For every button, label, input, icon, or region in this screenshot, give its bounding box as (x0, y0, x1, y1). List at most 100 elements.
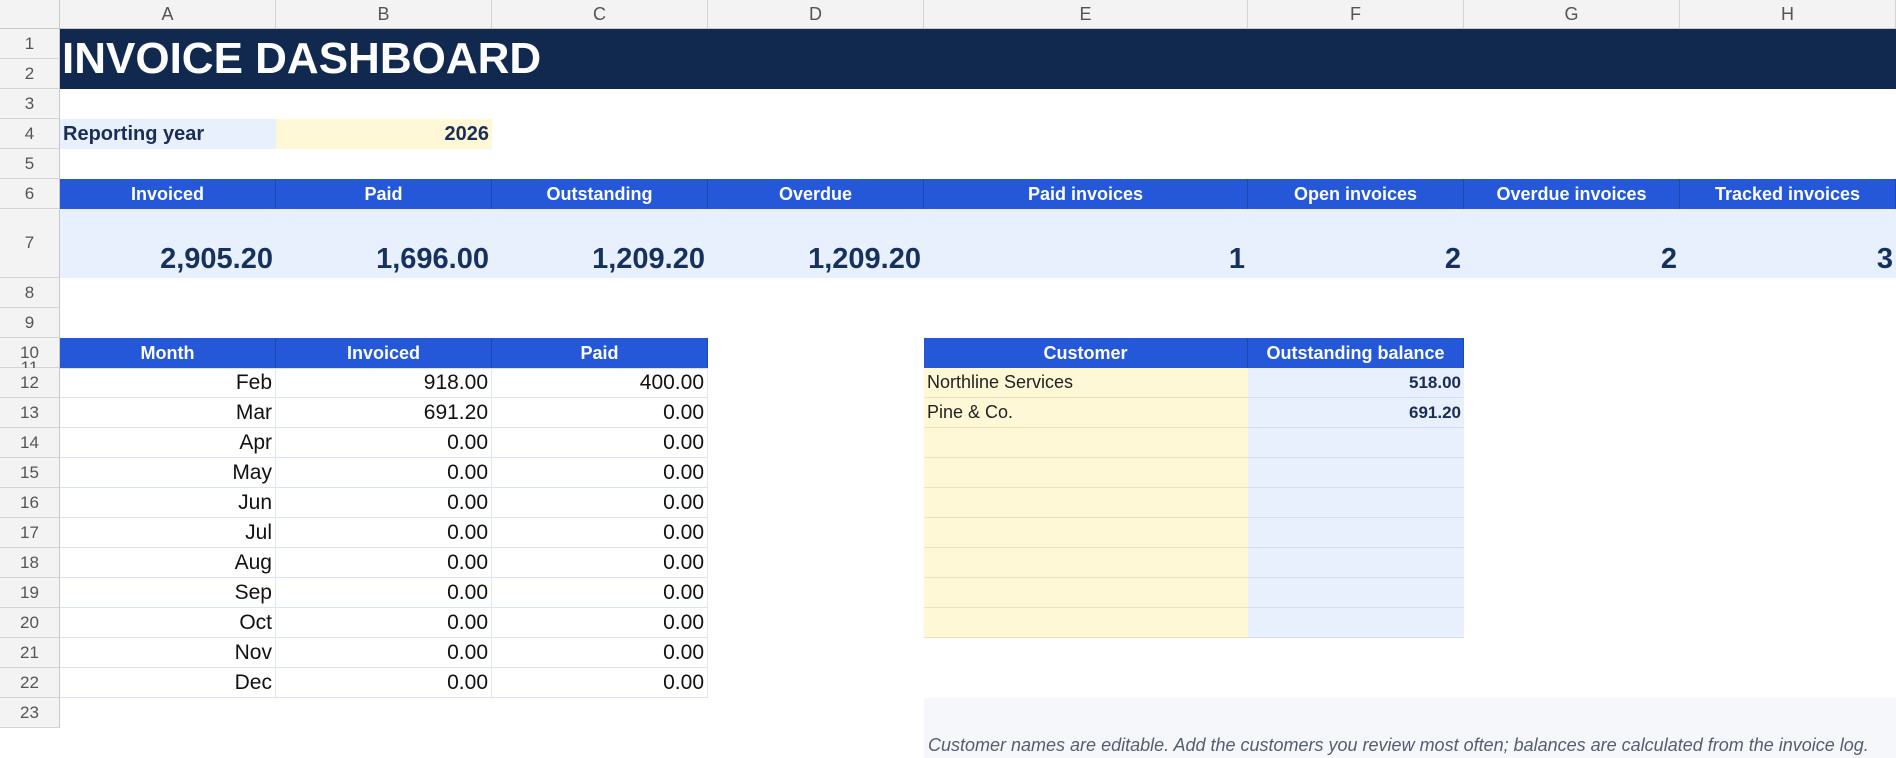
row-header-4[interactable]: 4 (0, 119, 60, 149)
column-header-c[interactable]: C (492, 0, 708, 29)
kpi-value-overdue[interactable]: 1,209.20 (708, 209, 924, 278)
outstanding-balance-header: Outstanding balance (1248, 338, 1464, 368)
month-invoiced-cell[interactable]: 691.20 (276, 398, 492, 428)
column-header-g[interactable]: G (1464, 0, 1680, 29)
kpi-value-paid[interactable]: 1,696.00 (276, 209, 492, 278)
month-invoiced-cell[interactable]: 0.00 (276, 548, 492, 578)
row-header-6[interactable]: 6 (0, 179, 60, 209)
row-header-15[interactable]: 15 (0, 458, 60, 488)
month-invoiced-cell[interactable]: 0.00 (276, 458, 492, 488)
kpi-value-outstanding[interactable]: 1,209.20 (492, 209, 708, 278)
customer-name-input[interactable] (924, 458, 1248, 488)
month-invoiced-cell[interactable]: 0.00 (276, 428, 492, 458)
month-cell[interactable]: Jun (60, 488, 276, 518)
customer-name-input[interactable] (924, 608, 1248, 638)
column-header-d[interactable]: D (708, 0, 924, 29)
row-header-1[interactable]: 1 (0, 29, 60, 59)
kpi-value-tracked-invoices[interactable]: 3 (1680, 209, 1896, 278)
kpi-value-invoiced[interactable]: 2,905.20 (60, 209, 276, 278)
kpi-header-outstanding: Outstanding (492, 179, 708, 209)
row-header-7[interactable]: 7 (0, 209, 60, 278)
month-invoiced-cell[interactable]: 0.00 (276, 668, 492, 698)
kpi-value-open-invoices[interactable]: 2 (1248, 209, 1464, 278)
row-header-8[interactable]: 8 (0, 278, 60, 308)
month-invoiced-cell[interactable]: 0.00 (276, 518, 492, 548)
reporting-year-label: Reporting year (60, 119, 276, 149)
month-invoiced-cell[interactable]: 918.00 (276, 368, 492, 398)
month-cell[interactable]: May (60, 458, 276, 488)
row-header-20[interactable]: 20 (0, 608, 60, 638)
month-invoiced-cell[interactable]: 0.00 (276, 608, 492, 638)
customer-name-input[interactable]: Pine & Co. (924, 398, 1248, 428)
column-header-a[interactable]: A (60, 0, 276, 29)
month-paid-cell[interactable]: 0.00 (492, 578, 708, 608)
month-paid-cell[interactable]: 400.00 (492, 368, 708, 398)
customer-name-input[interactable] (924, 488, 1248, 518)
month-invoiced-cell[interactable]: 0.00 (276, 578, 492, 608)
column-header-f[interactable]: F (1248, 0, 1464, 29)
note-box: Customer names are editable. Add the cus… (924, 698, 1896, 758)
customer-name-input[interactable] (924, 578, 1248, 608)
row-header-19[interactable]: 19 (0, 578, 60, 608)
select-all-corner[interactable] (0, 0, 60, 29)
page-title: INVOICE DASHBOARD (62, 34, 542, 83)
month-invoiced-cell[interactable]: 0.00 (276, 638, 492, 668)
row-header-5[interactable]: 5 (0, 149, 60, 179)
title-banner: INVOICE DASHBOARD (60, 29, 1896, 89)
month-cell[interactable]: Dec (60, 668, 276, 698)
kpi-header-paid-invoices: Paid invoices (924, 179, 1248, 209)
month-cell[interactable]: Apr (60, 428, 276, 458)
row-header-2[interactable]: 2 (0, 59, 60, 89)
month-paid-cell[interactable]: 0.00 (492, 548, 708, 578)
column-header-h[interactable]: H (1680, 0, 1896, 29)
column-header-e[interactable]: E (924, 0, 1248, 29)
note-text: Customer names are editable. Add the cus… (928, 735, 1869, 755)
month-cell[interactable]: Feb (60, 368, 276, 398)
row-header-12[interactable]: 12 (0, 368, 60, 398)
customer-name-input[interactable] (924, 518, 1248, 548)
customer-balance-cell (1248, 488, 1464, 518)
customer-name-input[interactable] (924, 428, 1248, 458)
row-header-3[interactable]: 3 (0, 89, 60, 119)
month-paid-cell[interactable]: 0.00 (492, 398, 708, 428)
customer-balance-cell (1248, 428, 1464, 458)
row-header-9[interactable]: 9 (0, 308, 60, 338)
month-paid-cell[interactable]: 0.00 (492, 458, 708, 488)
month-cell[interactable]: Nov (60, 638, 276, 668)
month-invoiced-cell[interactable]: 0.00 (276, 488, 492, 518)
month-paid-cell[interactable]: 0.00 (492, 668, 708, 698)
row-header-14[interactable]: 14 (0, 428, 60, 458)
customer-name-input[interactable]: Northline Services (924, 368, 1248, 398)
row-header-21[interactable]: 21 (0, 638, 60, 668)
row-header-16[interactable]: 16 (0, 488, 60, 518)
customer-name-input[interactable] (924, 548, 1248, 578)
customer-balance-cell (1248, 578, 1464, 608)
column-header-b[interactable]: B (276, 0, 492, 29)
month-paid-cell[interactable]: 0.00 (492, 638, 708, 668)
monthly-header-month: Month (60, 338, 276, 368)
row-header-18[interactable]: 18 (0, 548, 60, 578)
kpi-header-overdue-invoices: Overdue invoices (1464, 179, 1680, 209)
month-cell[interactable]: Mar (60, 398, 276, 428)
customer-balance-cell (1248, 608, 1464, 638)
kpi-value-overdue-invoices[interactable]: 2 (1464, 209, 1680, 278)
month-paid-cell[interactable]: 0.00 (492, 428, 708, 458)
customer-balance-cell (1248, 518, 1464, 548)
row-header-22[interactable]: 22 (0, 668, 60, 698)
month-cell[interactable]: Sep (60, 578, 276, 608)
month-cell[interactable]: Oct (60, 608, 276, 638)
row-header-13[interactable]: 13 (0, 398, 60, 428)
row-header-17[interactable]: 17 (0, 518, 60, 548)
month-paid-cell[interactable]: 0.00 (492, 608, 708, 638)
month-paid-cell[interactable]: 0.00 (492, 488, 708, 518)
kpi-header-overdue: Overdue (708, 179, 924, 209)
kpi-value-paid-invoices[interactable]: 1 (924, 209, 1248, 278)
month-cell[interactable]: Jul (60, 518, 276, 548)
month-paid-cell[interactable]: 0.00 (492, 518, 708, 548)
kpi-header-invoiced: Invoiced (60, 179, 276, 209)
reporting-year-input[interactable]: 2026 (276, 119, 492, 149)
customer-header: Customer (924, 338, 1248, 368)
month-cell[interactable]: Aug (60, 548, 276, 578)
monthly-header-paid: Paid (492, 338, 708, 368)
row-header-23[interactable]: 23 (0, 698, 60, 728)
